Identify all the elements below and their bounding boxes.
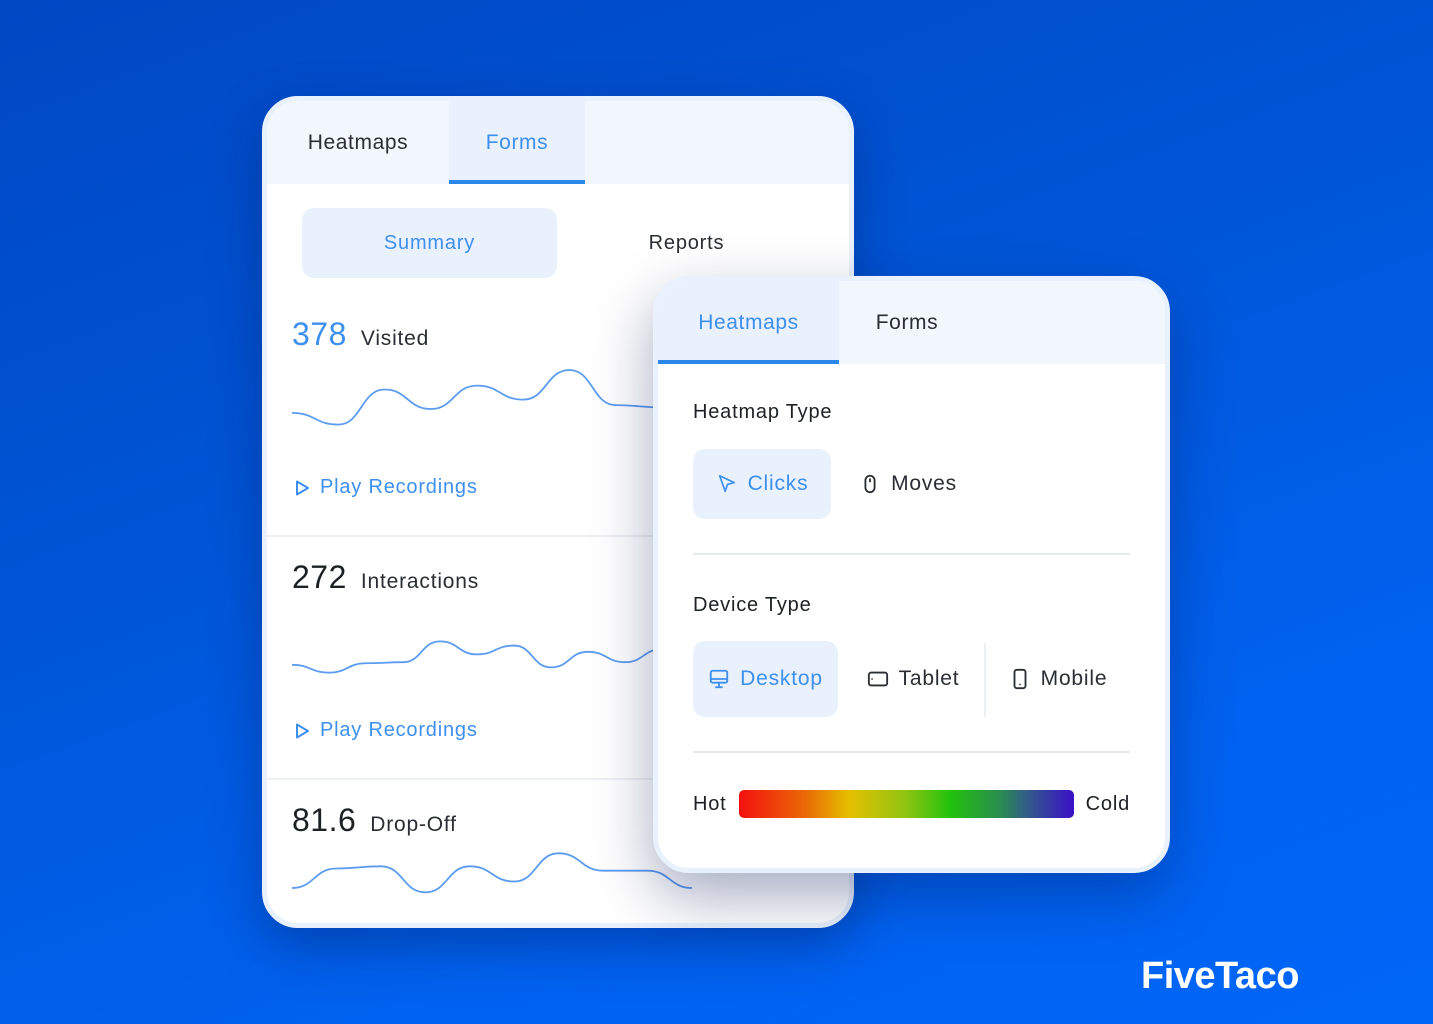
summary-button[interactable]: Summary	[302, 208, 557, 278]
metric-value: 81.6	[292, 802, 357, 838]
desktop-icon	[710, 669, 729, 689]
play-icon	[296, 723, 309, 738]
legend-cold-label: Cold	[1085, 792, 1130, 815]
interactions-sparkline-line	[292, 641, 662, 672]
metric-value: 378	[292, 316, 347, 352]
tab-forms[interactable]: Forms	[839, 281, 975, 364]
tab-heatmaps[interactable]: Heatmaps	[658, 281, 839, 364]
play-recordings-link[interactable]: Play Recordings	[292, 476, 478, 499]
clicks-label: Clicks	[747, 472, 809, 495]
device-type-label: Device Type	[693, 594, 812, 616]
tablet-option[interactable]: Tablet	[853, 641, 973, 717]
tab-forms[interactable]: Forms	[449, 101, 585, 184]
mouse-icon	[864, 474, 876, 494]
desktop-label: Desktop	[740, 667, 823, 690]
heat-gradient-bar	[738, 790, 1074, 818]
interactions-sparkline	[292, 627, 662, 687]
play-recordings-label: Play Recordings	[320, 719, 478, 741]
tablet-label: Tablet	[898, 667, 960, 690]
desktop-option[interactable]: Desktop	[693, 641, 838, 717]
heat-legend: Hot Cold	[693, 789, 1130, 819]
metric-label: Drop-Off	[370, 813, 457, 836]
heatmap-settings-card: Heatmaps Forms Heatmap Type Clicks Moves…	[653, 276, 1170, 873]
moves-label: Moves	[891, 472, 957, 495]
mobile-option[interactable]: Mobile	[998, 641, 1118, 717]
device-divider	[984, 643, 986, 717]
mobile-icon	[1013, 668, 1027, 690]
tablet-icon	[867, 671, 888, 687]
reports-button[interactable]: Reports	[559, 208, 814, 278]
cursor-icon	[718, 474, 735, 493]
tab-heatmaps[interactable]: Heatmaps	[267, 101, 449, 184]
visited-sparkline	[292, 364, 662, 454]
play-icon	[296, 480, 309, 495]
clicks-option[interactable]: Clicks	[693, 449, 831, 519]
metric-label: Interactions	[360, 570, 480, 593]
heatmap-panel-tabbar: Heatmaps Forms	[658, 281, 1165, 364]
section-divider	[693, 553, 1130, 555]
metric-label: Visited	[360, 327, 430, 350]
legend-hot-label: Hot	[693, 792, 727, 815]
drop-off-sparkline-line	[292, 853, 692, 892]
mobile-label: Mobile	[1040, 667, 1108, 690]
play-recordings-link[interactable]: Play Recordings	[292, 719, 478, 742]
moves-option[interactable]: Moves	[848, 449, 968, 519]
heatmap-type-label: Heatmap Type	[693, 401, 833, 423]
fivetaco-logo: FiveTaco	[1141, 955, 1299, 997]
section-divider	[693, 751, 1130, 753]
drop-off-sparkline	[292, 850, 692, 900]
play-recordings-label: Play Recordings	[320, 476, 478, 498]
metric-value: 272	[292, 559, 347, 595]
visited-sparkline-line	[292, 370, 662, 425]
forms-panel-tabbar: Heatmaps Forms	[267, 101, 849, 184]
